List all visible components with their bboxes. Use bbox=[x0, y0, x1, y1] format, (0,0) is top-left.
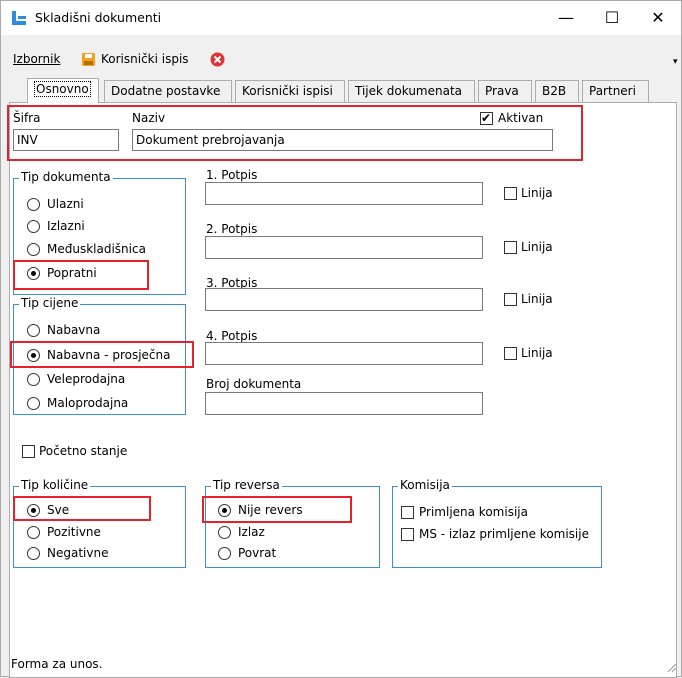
radio-pozitivne[interactable] bbox=[27, 526, 40, 539]
tip-cijene-title: Tip cijene bbox=[19, 296, 81, 310]
linija-4-checkbox[interactable] bbox=[504, 347, 517, 360]
linija-2-checkbox[interactable] bbox=[504, 241, 517, 254]
app-icon bbox=[12, 11, 26, 25]
izlaz-label: Izlaz bbox=[238, 525, 265, 539]
tab-dodatne-postavke[interactable]: Dodatne postavke bbox=[104, 80, 232, 102]
resize-grip-icon[interactable] bbox=[665, 661, 677, 673]
ms-izlaz-komisije-label: MS - izlaz primljene komisije bbox=[419, 527, 589, 541]
broj-dokumenta-label: Broj dokumenta bbox=[206, 377, 302, 391]
close-button[interactable]: ✕ bbox=[635, 1, 681, 35]
menu-korisnicki-ispis[interactable]: Korisnički ispis bbox=[101, 52, 189, 66]
save-icon[interactable] bbox=[81, 52, 96, 67]
izlazni-label: Izlazni bbox=[47, 219, 85, 233]
primljena-komisija-checkbox[interactable] bbox=[401, 506, 414, 519]
potpis-4-label: 4. Potpis bbox=[206, 329, 258, 343]
tab-prava[interactable]: Prava bbox=[478, 80, 532, 102]
close-form-icon[interactable] bbox=[210, 52, 225, 67]
potpis-4-input[interactable] bbox=[205, 342, 483, 365]
highlight-box-nije-revers bbox=[202, 496, 352, 523]
radio-meduskladisnica[interactable] bbox=[27, 243, 40, 256]
pocetno-stanje-label: Početno stanje bbox=[39, 444, 128, 458]
potpis-2-label: 2. Potpis bbox=[206, 222, 258, 236]
tip-reversa-title: Tip reversa bbox=[211, 478, 282, 492]
status-text: Forma za unos. bbox=[11, 657, 103, 671]
menu-izbornik-label: Izbornik bbox=[13, 52, 61, 66]
tab-tijek-dokumenata[interactable]: Tijek dokumenata bbox=[348, 80, 475, 102]
komisija-title: Komisija bbox=[398, 478, 452, 492]
overflow-arrow-icon[interactable]: ▾ bbox=[673, 57, 678, 67]
menu-izbornik[interactable]: Izbornik bbox=[13, 52, 60, 66]
tab-osnovno-label: Osnovno bbox=[34, 81, 91, 97]
title-bar: Skladišni dokumenti — ☐ ✕ bbox=[1, 1, 681, 35]
tab-korisnicki-ispisi[interactable]: Korisnički ispisi bbox=[235, 80, 345, 102]
linija-1-label: Linija bbox=[521, 186, 553, 200]
meduskladisnica-label: Međuskladišnica bbox=[47, 242, 146, 256]
tab-b2b[interactable]: B2B bbox=[535, 80, 579, 102]
potpis-3-input[interactable] bbox=[205, 288, 483, 311]
maximize-button[interactable]: ☐ bbox=[589, 1, 635, 35]
radio-izlazni[interactable] bbox=[27, 220, 40, 233]
highlight-box-nabavna-prosjecna bbox=[10, 341, 194, 368]
potpis-2-input[interactable] bbox=[205, 236, 483, 259]
ms-izlaz-komisije-checkbox[interactable] bbox=[401, 528, 414, 541]
radio-maloprodajna[interactable] bbox=[27, 397, 40, 410]
tip-kolicine-title: Tip količine bbox=[19, 478, 91, 492]
radio-nabavna[interactable] bbox=[27, 324, 40, 337]
linija-1-checkbox[interactable] bbox=[504, 187, 517, 200]
linija-2-label: Linija bbox=[521, 240, 553, 254]
povrat-label: Povrat bbox=[238, 546, 277, 560]
radio-povrat[interactable] bbox=[218, 547, 231, 560]
nabavna-label: Nabavna bbox=[47, 323, 101, 337]
potpis-1-input[interactable] bbox=[205, 182, 483, 205]
tab-osnovno[interactable]: Osnovno bbox=[27, 78, 99, 103]
pozitivne-label: Pozitivne bbox=[47, 525, 101, 539]
minimize-button[interactable]: — bbox=[543, 1, 589, 35]
radio-negativne[interactable] bbox=[27, 547, 40, 560]
menu-bar: Izbornik Korisnički ispis ▾ bbox=[1, 49, 681, 71]
broj-dokumenta-input[interactable] bbox=[205, 392, 483, 415]
window-title: Skladišni dokumenti bbox=[35, 10, 162, 25]
primljena-komisija-label: Primljena komisija bbox=[419, 505, 528, 519]
potpis-1-label: 1. Potpis bbox=[206, 168, 258, 182]
radio-veleprodajna[interactable] bbox=[27, 373, 40, 386]
tip-dokumenta-title: Tip dokumenta bbox=[19, 170, 113, 184]
highlight-box-sve bbox=[13, 496, 151, 521]
pocetno-stanje-checkbox[interactable] bbox=[22, 445, 35, 458]
ulazni-label: Ulazni bbox=[47, 197, 84, 211]
radio-izlaz[interactable] bbox=[218, 526, 231, 539]
highlight-box-popratni bbox=[13, 260, 149, 290]
tab-partneri[interactable]: Partneri bbox=[582, 80, 649, 102]
linija-4-label: Linija bbox=[521, 346, 553, 360]
app-window: Skladišni dokumenti — ☐ ✕ Izbornik Koris… bbox=[0, 0, 682, 678]
linija-3-checkbox[interactable] bbox=[504, 293, 517, 306]
negativne-label: Negativne bbox=[47, 546, 109, 560]
highlight-box-header bbox=[7, 105, 583, 161]
maloprodajna-label: Maloprodajna bbox=[47, 396, 129, 410]
linija-3-label: Linija bbox=[521, 292, 553, 306]
veleprodajna-label: Veleprodajna bbox=[47, 372, 126, 386]
radio-ulazni[interactable] bbox=[27, 198, 40, 211]
